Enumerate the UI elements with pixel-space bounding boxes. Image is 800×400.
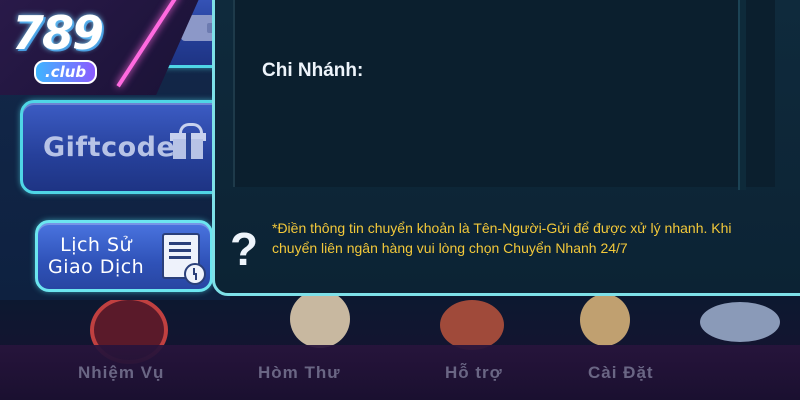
question-icon: ? [230, 223, 259, 275]
gift-icon [170, 123, 206, 159]
nav-settings[interactable]: Cài Đặt [588, 363, 654, 383]
nav-missions[interactable]: Nhiệm Vụ [78, 363, 164, 383]
character-decoration [580, 294, 630, 346]
nav-mailbox[interactable]: Hòm Thư [258, 363, 341, 383]
logo-789: 789 [12, 6, 104, 60]
snow-decoration [700, 302, 780, 342]
character-decoration [440, 300, 504, 350]
panel-scrollbar[interactable] [738, 0, 746, 190]
game-screen: Giftcode Lịch Sử Giao Dịch 789 .club Chi… [0, 0, 800, 400]
history-line-1: Lịch Sử [60, 234, 133, 256]
transaction-history-button[interactable]: Lịch Sử Giao Dịch [35, 220, 213, 292]
giftcode-button[interactable]: Giftcode [20, 100, 226, 194]
giftcode-label: Giftcode [43, 131, 176, 163]
logo-club: .club [34, 60, 98, 84]
form-area [233, 0, 775, 187]
branch-label: Chi Nhánh: [262, 60, 364, 81]
transaction-history-label: Lịch Sử Giao Dịch [48, 234, 144, 278]
transfer-note: *Điền thông tin chuyển khoản là Tên-Ngườ… [272, 220, 732, 256]
character-decoration [290, 290, 350, 348]
bottom-nav: Nhiệm Vụ Hòm Thư Hỗ trợ Cài Đặt [0, 345, 800, 400]
nav-support[interactable]: Hỗ trợ [445, 363, 503, 383]
history-line-2: Giao Dịch [48, 256, 145, 278]
document-clock-icon [162, 233, 206, 285]
